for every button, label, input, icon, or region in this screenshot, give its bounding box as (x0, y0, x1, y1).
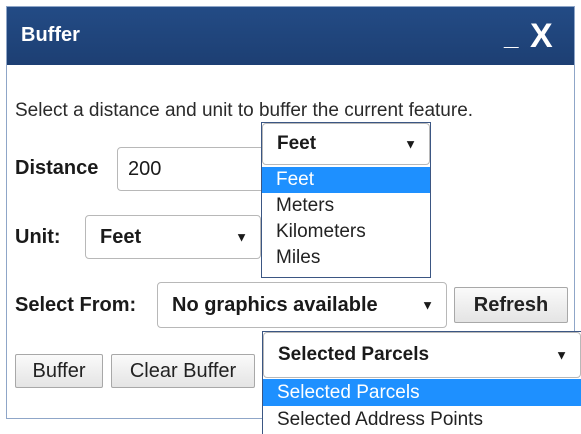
unit-option-label: Kilometers (276, 221, 366, 242)
unit-option-label: Feet (276, 169, 315, 190)
caret-down-icon: ▼ (555, 347, 568, 363)
select-from-select[interactable]: No graphics available ▼ (157, 282, 447, 328)
unit-option-miles[interactable]: Miles (262, 245, 430, 271)
dialog-title: Buffer (21, 24, 80, 46)
selection-select[interactable]: Selected Parcels ▼ (263, 332, 581, 378)
refresh-button[interactable]: Refresh (454, 287, 568, 323)
minimize-icon[interactable]: _ (504, 21, 518, 52)
distance-value: 200 (128, 157, 162, 180)
selection-option-address-points[interactable]: Selected Address Points (263, 406, 581, 433)
refresh-button-label: Refresh (473, 293, 549, 316)
distance-unit-dropdown[interactable]: Feet ▼ Feet Meters Kilometers Miles (261, 122, 431, 278)
close-icon[interactable]: X (530, 17, 553, 56)
caret-down-icon: ▼ (404, 136, 417, 152)
selection-option-label: Selected Address Points (277, 408, 483, 430)
unit-label: Unit: (15, 226, 61, 248)
unit-select-value: Feet (100, 225, 142, 248)
selection-option-label: Selected Parcels (277, 381, 420, 403)
caret-down-icon: ▼ (421, 297, 434, 313)
unit-select[interactable]: Feet ▼ (85, 215, 261, 259)
caret-down-icon: ▼ (235, 229, 248, 245)
instructions-text: Select a distance and unit to buffer the… (15, 100, 474, 121)
distance-label: Distance (15, 157, 99, 179)
unit-option-meters[interactable]: Meters (262, 193, 430, 219)
select-from-label: Select From: (15, 294, 137, 316)
unit-option-feet[interactable]: Feet (262, 167, 430, 193)
title-bar[interactable]: Buffer _ X (7, 7, 574, 65)
unit-option-label: Miles (276, 247, 321, 268)
clear-buffer-button-label: Clear Buffer (129, 359, 237, 382)
buffer-button-label: Buffer (32, 359, 86, 382)
buffer-button[interactable]: Buffer (15, 354, 103, 388)
distance-unit-select[interactable]: Feet ▼ (262, 123, 430, 165)
selection-select-value: Selected Parcels (278, 344, 430, 365)
selection-dropdown[interactable]: Selected Parcels ▼ Selected Parcels Sele… (262, 331, 581, 434)
distance-unit-value: Feet (277, 133, 317, 154)
selection-option-parcels[interactable]: Selected Parcels (263, 379, 581, 406)
unit-option-label: Meters (276, 195, 335, 216)
distance-input[interactable]: 200 (117, 147, 267, 191)
select-from-value: No graphics available (172, 293, 378, 316)
unit-option-kilometers[interactable]: Kilometers (262, 219, 430, 245)
clear-buffer-button[interactable]: Clear Buffer (111, 354, 255, 388)
